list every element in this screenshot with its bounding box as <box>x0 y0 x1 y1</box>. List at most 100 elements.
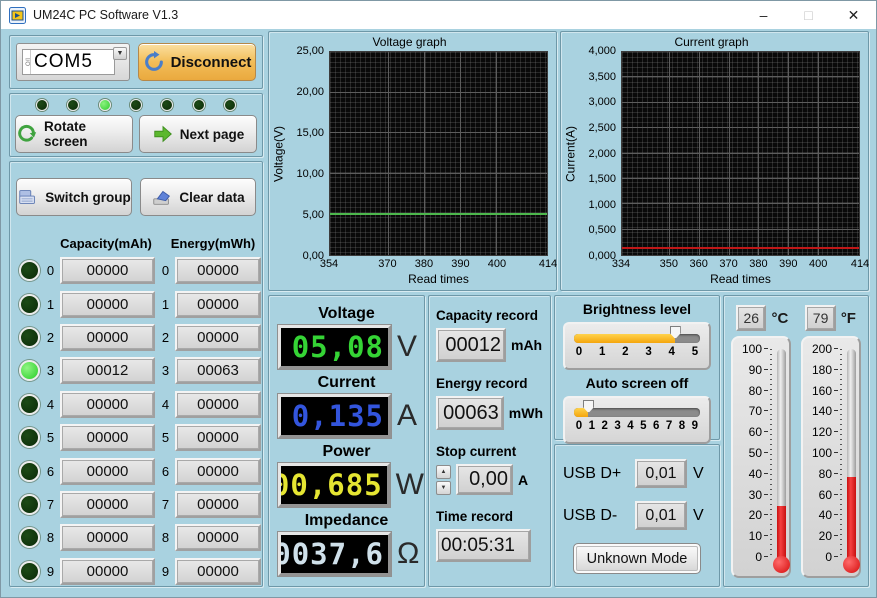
thermo-tick-label: 0 <box>733 550 762 564</box>
titlebar: UM24C PC Software V1.3 – □ ✕ <box>1 1 876 29</box>
stop-current-field[interactable]: 0,00 <box>456 464 513 495</box>
fahrenheit-thermometer: 200180160140120100806040200 <box>801 336 861 578</box>
capacity-row-index: 8 <box>43 530 58 545</box>
auto-screen-off-track[interactable] <box>574 408 700 417</box>
voltage-meter-display: 05,08 <box>278 325 391 369</box>
v-gridline <box>669 52 670 255</box>
energy-value: 00000 <box>197 262 239 279</box>
group-led-off <box>19 427 40 448</box>
thermo-tick-mark <box>834 369 838 370</box>
y-tick-label: 1,000 <box>588 199 616 211</box>
energy-row-index: 1 <box>158 297 173 312</box>
thermo-tick-mark <box>834 348 838 349</box>
capacity-value: 00000 <box>87 262 129 279</box>
slider-tick-label: 7 <box>664 420 674 432</box>
minimize-button[interactable]: – <box>741 1 786 29</box>
thermo-tick-label: 180 <box>803 363 832 377</box>
energy-value-field: 00000 <box>175 257 261 284</box>
next-page-button[interactable]: Next page <box>139 115 257 153</box>
slider-tick-label: 2 <box>620 346 630 358</box>
led-row <box>10 94 262 111</box>
thermo-tick-mark <box>764 535 768 536</box>
disconnect-button[interactable]: Disconnect <box>138 43 256 81</box>
current-graph-plot <box>621 51 860 256</box>
clear-data-button[interactable]: Clear data <box>140 178 256 216</box>
impedance-meter-display: 0037,6 <box>278 532 391 576</box>
charge-mode-label: Unknown Mode <box>587 551 688 567</box>
brightness-slider[interactable]: 012345 <box>563 322 711 370</box>
stop-current-label: Stop current <box>436 444 543 459</box>
brightness-ticks: 012345 <box>574 346 700 358</box>
spin-down-icon[interactable]: ▼ <box>436 481 451 495</box>
auto-screen-off-title: Auto screen off <box>555 375 719 391</box>
thermo-tick-mark <box>764 431 768 432</box>
combo-dropdown-arrow-icon[interactable]: ▼ <box>113 47 127 60</box>
auto-screen-off-slider[interactable]: 0123456789 <box>563 396 711 444</box>
thermo-tick-mark <box>764 390 768 391</box>
switch-group-button[interactable]: Switch group <box>16 178 132 216</box>
com-port-select[interactable]: I/O COM5 ▼ <box>16 43 130 81</box>
y-tick-label: 5,00 <box>303 209 324 221</box>
thermo-tick-mark <box>764 514 768 515</box>
memory-row: 000000000000 <box>10 254 262 287</box>
current-meter-label: Current <box>269 374 424 392</box>
thermo-tick-mark <box>764 556 768 557</box>
energy-record-label: Energy record <box>436 376 543 391</box>
charge-mode-button[interactable]: Unknown Mode <box>573 543 701 574</box>
x-tick-label: 380 <box>749 258 767 270</box>
capacity-value: 00012 <box>87 362 129 379</box>
memory-row: 800000800000 <box>10 521 262 554</box>
v-gridline <box>388 52 389 255</box>
energy-row-index: 4 <box>158 397 173 412</box>
thermo-tick-label: 200 <box>803 342 832 356</box>
spin-up-icon[interactable]: ▲ <box>436 465 451 479</box>
group-led-off <box>19 294 40 315</box>
brightness-track[interactable] <box>574 334 700 343</box>
capacity-value-field: 00012 <box>60 357 155 384</box>
energy-value: 00000 <box>197 463 239 480</box>
capacity-row-index: 4 <box>43 397 58 412</box>
current-graph-ylabel: Current(A) <box>563 51 578 256</box>
thermo-tick-mark <box>764 410 768 411</box>
celsius-value-field: 26 <box>736 305 766 331</box>
v-gridline <box>758 52 759 255</box>
energy-value: 00000 <box>197 396 239 413</box>
brightness-title: Brightness level <box>555 301 719 317</box>
com-port-field[interactable]: I/O COM5 <box>22 49 115 75</box>
voltage-data-line <box>330 213 547 215</box>
capacity-row-index: 5 <box>43 430 58 445</box>
h-gridline <box>622 102 859 103</box>
capacity-value-field: 00000 <box>60 524 155 551</box>
voltage-unit: V <box>397 330 417 364</box>
app-window: UM24C PC Software V1.3 – □ ✕ I/O COM5 ▼ … <box>0 0 877 598</box>
energy-row-index: 6 <box>158 464 173 479</box>
h-gridline <box>622 127 859 128</box>
y-tick-label: 20,00 <box>296 86 324 98</box>
current-graph-panel: Current graph Current(A) 0,0000,5001,000… <box>560 31 869 291</box>
energy-value-field: 00000 <box>175 491 261 518</box>
energy-value-field: 00000 <box>175 458 261 485</box>
thermo-minor-ticks <box>770 349 772 557</box>
memory-row: 400000400000 <box>10 388 262 421</box>
window-title: UM24C PC Software V1.3 <box>33 8 741 22</box>
h-gridline <box>330 173 547 174</box>
rotate-screen-button[interactable]: Rotate screen <box>15 115 133 153</box>
io-icon: I/O <box>23 50 31 74</box>
thermo-tick-label: 160 <box>803 384 832 398</box>
capacity-column-header: Capacity(mAh) <box>54 236 158 251</box>
com-port-value: COM5 <box>31 51 93 73</box>
thermo-tick-label: 60 <box>803 488 832 502</box>
thermo-tick-label: 140 <box>803 404 832 418</box>
memory-row: 200000200000 <box>10 321 262 354</box>
maximize-button[interactable]: □ <box>786 1 831 29</box>
celsius-bulb-icon <box>773 556 790 573</box>
capacity-value-field: 00000 <box>60 391 155 418</box>
close-button[interactable]: ✕ <box>831 1 876 29</box>
slider-tick-label: 1 <box>587 420 597 432</box>
app-icon <box>9 7 26 24</box>
eraser-icon <box>151 186 173 208</box>
connection-panel: I/O COM5 ▼ Disconnect <box>9 35 263 89</box>
fahrenheit-bulb-icon <box>843 556 860 573</box>
connect-refresh-icon <box>143 51 165 73</box>
thermo-tick-label: 40 <box>733 467 762 481</box>
